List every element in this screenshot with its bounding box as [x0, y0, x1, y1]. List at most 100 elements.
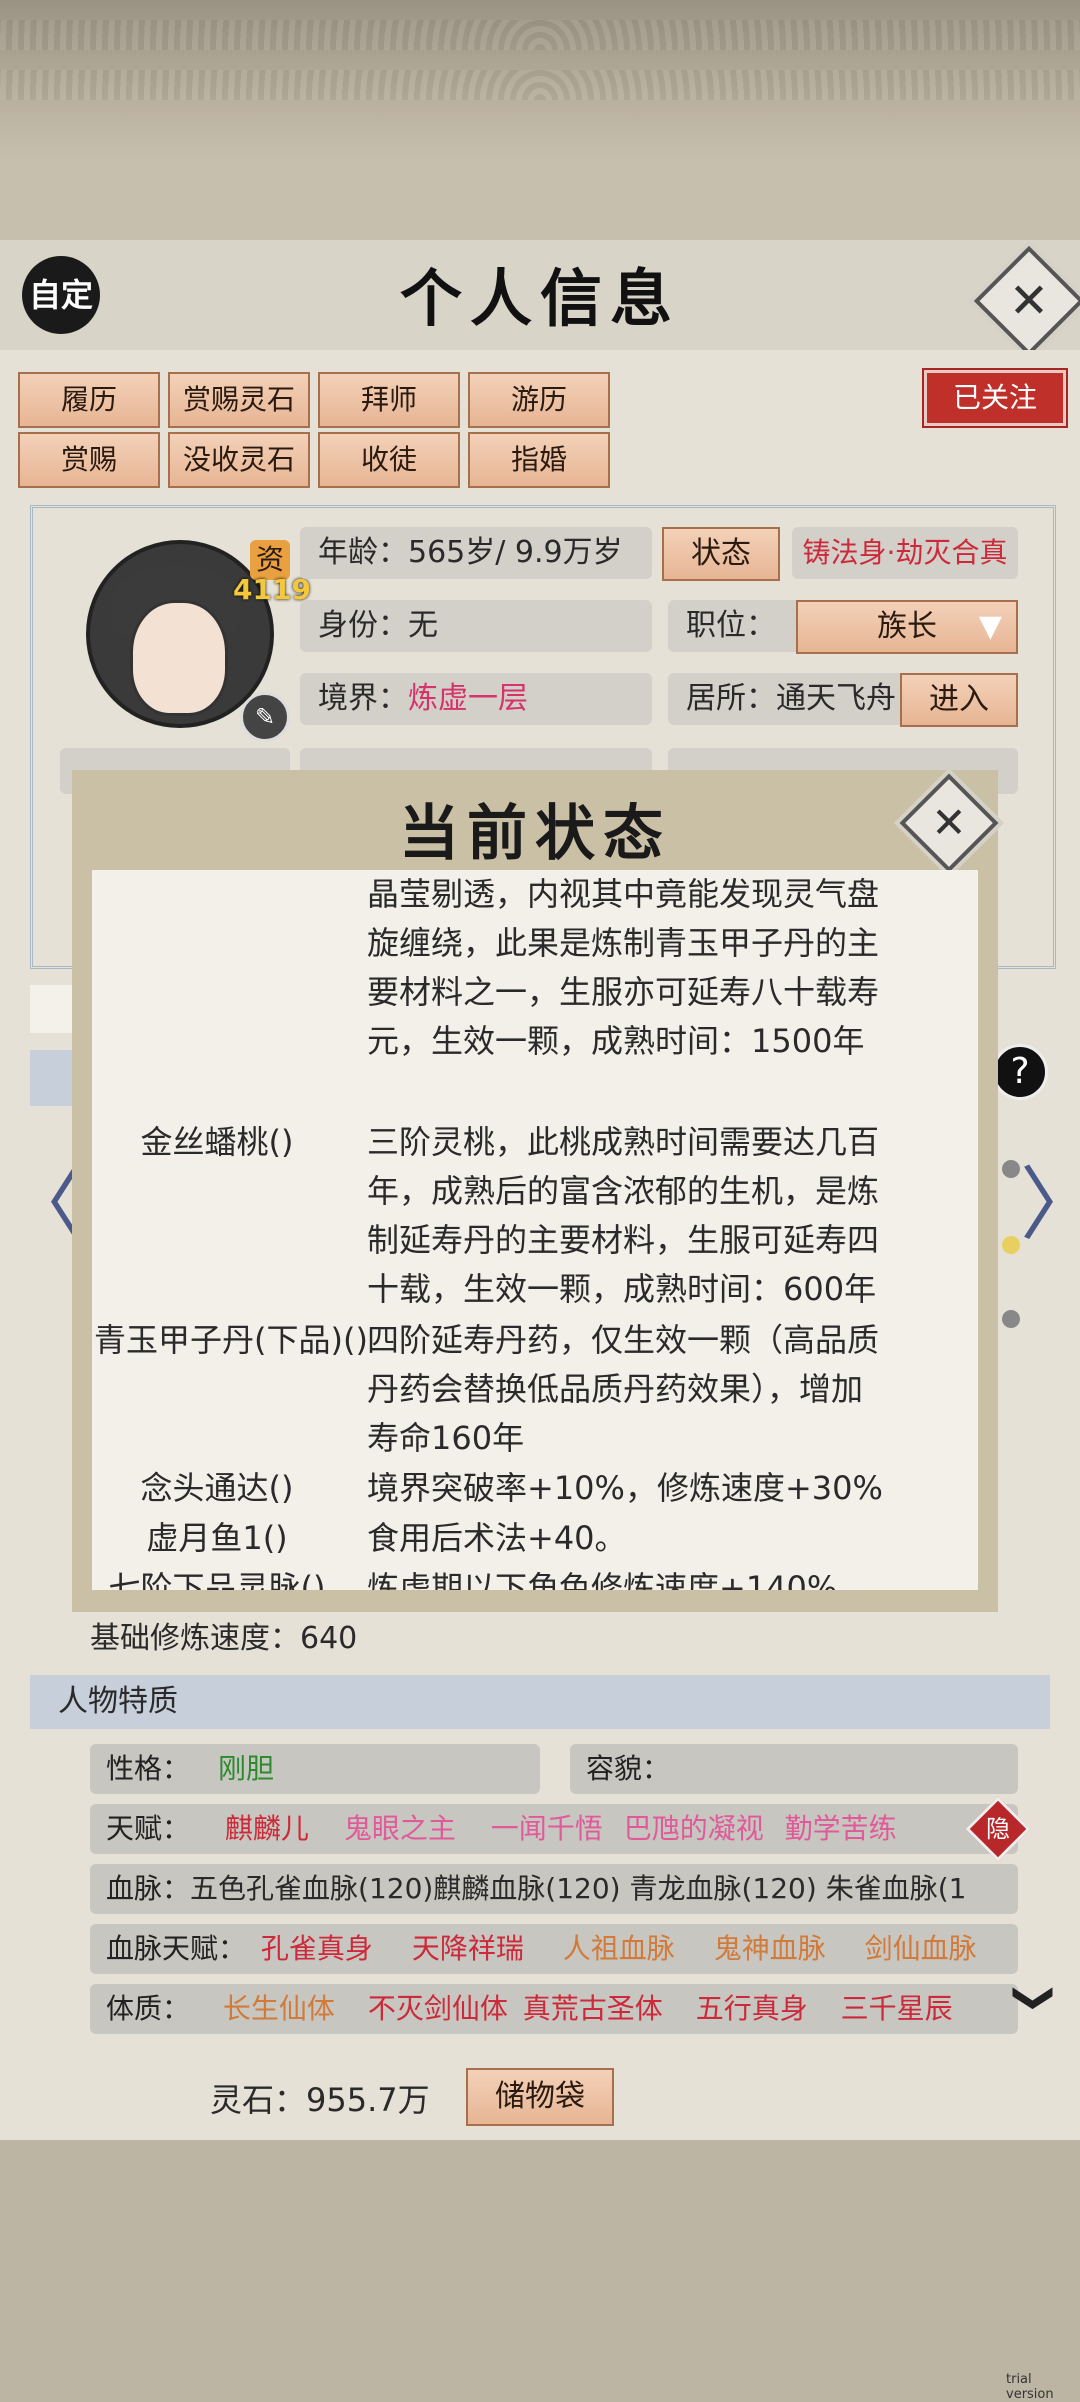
desc-line: 十载，生效一颗，成熟时间：600年 — [367, 1270, 877, 1308]
trial-watermark: trial version — [1006, 2372, 1054, 2402]
desc-line: 要材料之一，生服亦可延寿八十载寿 — [367, 973, 880, 1011]
talent-row: 天赋： 麒麟儿 鬼眼之主 一闻千悟 巴虺的凝视 勤学苦练 — [90, 1804, 1018, 1854]
top-decoration — [0, 0, 1080, 160]
desc-line: 旋缠绕，此果是炼制青玉甲子丹的主 — [367, 924, 880, 962]
tab-reward[interactable]: 赏赐 — [18, 432, 160, 488]
physique-item: 五行真身 — [695, 1992, 808, 2025]
personality-row: 性格： 刚胆 — [90, 1744, 540, 1794]
bloodline-row: 血脉：五色孔雀血脉(120)麒麟血脉(120) 青龙血脉(120) 朱雀血脉(1 — [90, 1864, 1018, 1914]
identity-field: 身份：无 — [300, 600, 652, 652]
identity-label: 身份： — [318, 608, 408, 643]
talent-item: 麒麟儿 — [224, 1812, 309, 1845]
desc-line: 三阶灵桃，此桃成熟时间需要达几百 — [367, 1123, 880, 1161]
tab-reward-stones[interactable]: 赏赐灵石 — [168, 372, 310, 428]
status-name: 七阶下品灵脉() — [108, 1569, 326, 1590]
personality-value: 刚胆 — [218, 1752, 275, 1785]
status-desc: 四阶延寿丹药，仅生效一颗（高品质 丹药会替换低品质丹药效果），增加 寿命160年 — [367, 1316, 937, 1463]
desc-line: 晶莹剔透，内视其中竟能发现灵气盘 — [367, 875, 880, 913]
physique-item: 不灭剑仙体 — [367, 1992, 508, 2025]
enter-button[interactable]: 进入 — [900, 673, 1018, 727]
talent-item: 一闻千悟 — [490, 1812, 603, 1845]
status-desc: 炼虚期以下角色修炼速度+140% — [367, 1569, 838, 1590]
talent-item: 鬼眼之主 — [343, 1812, 456, 1845]
position-value: 族长 — [877, 609, 937, 644]
desc-line: 丹药会替换低品质丹药效果），增加 — [367, 1370, 864, 1408]
bloodline-value: 五色孔雀血脉(120)麒麟血脉(120) 青龙血脉(120) 朱雀血脉(1 — [190, 1872, 967, 1905]
close-icon: ✕ — [931, 798, 967, 847]
desc-line: 四阶延寿丹药，仅生效一颗（高品质 — [367, 1321, 880, 1359]
desc-line: 寿命160年 — [367, 1419, 525, 1457]
modal-title: 当前状态 — [399, 799, 671, 869]
desc-line: 制延寿丹的主要材料，生服可延寿四 — [367, 1221, 880, 1259]
blood-talent-item: 人祖血脉 — [562, 1932, 675, 1965]
indicator-dot — [1002, 1160, 1020, 1178]
aptitude-value: 4119 — [233, 573, 311, 606]
hide-label: 隐 — [986, 1815, 1010, 1843]
physique-label: 体质： — [106, 1992, 191, 2025]
appearance-row: 容貌： — [570, 1744, 1018, 1794]
status-desc: 三阶灵桃，此桃成熟时间需要达几百 年，成熟后的富含浓郁的生机，是炼 制延寿丹的主… — [367, 1118, 937, 1314]
brush-icon[interactable]: ✎ — [240, 692, 290, 742]
personality-label: 性格： — [106, 1752, 191, 1785]
status-name: 青玉甲子丹(下品)() — [94, 1321, 368, 1359]
status-desc: 境界突破率+10%，修炼速度+30% — [367, 1469, 883, 1507]
age-field: 年龄：565岁/ 9.9万岁 — [300, 527, 652, 579]
traits-header-label: 人物特质 — [58, 1684, 178, 1719]
bloodline-label: 血脉： — [106, 1872, 191, 1905]
spirit-stones: 灵石：955.7万 — [210, 2081, 430, 2119]
traits-header: 人物特质 — [30, 1675, 1050, 1729]
realm-label: 境界： — [318, 681, 408, 716]
page-title: 个人信息 — [399, 262, 680, 335]
position-label: 职位： — [686, 608, 776, 643]
avatar-face — [130, 600, 228, 716]
talent-item: 巴虺的凝视 — [623, 1812, 764, 1845]
tab-take-master[interactable]: 拜师 — [318, 372, 460, 428]
blood-talent-row: 血脉天赋： 孔雀真身 天降祥瑞 人祖血脉 鬼神血脉 剑仙血脉 — [90, 1924, 1018, 1974]
close-icon: ✕ — [1008, 273, 1050, 329]
age-value: 565岁/ 9.9万岁 — [408, 535, 623, 570]
storage-bag-button[interactable]: 储物袋 — [466, 2068, 614, 2126]
status-desc: 食用后术法+40。 — [367, 1519, 627, 1557]
status-desc: 晶莹剔透，内视其中竟能发现灵气盘 旋缠绕，此果是炼制青玉甲子丹的主 要材料之一，… — [367, 870, 937, 1066]
right-arrow-icon[interactable]: 〉 — [1020, 1140, 1080, 1256]
follow-button[interactable]: 已关注 — [924, 370, 1066, 426]
help-icon[interactable]: ? — [992, 1044, 1048, 1100]
indicator-dot — [1002, 1236, 1020, 1254]
talent-label: 天赋： — [106, 1812, 191, 1845]
tab-history[interactable]: 履历 — [18, 372, 160, 428]
wave-pattern — [0, 20, 1080, 50]
status-list[interactable]: 晶莹剔透，内视其中竟能发现灵气盘 旋缠绕，此果是炼制青玉甲子丹的主 要材料之一，… — [92, 870, 978, 1590]
blood-talent-label: 血脉天赋： — [106, 1932, 247, 1965]
status-button[interactable]: 状态 — [662, 527, 780, 581]
chevron-down-icon[interactable]: ❯ — [1012, 1981, 1058, 2015]
status-name: 金丝蟠桃() — [140, 1123, 294, 1161]
physique-item: 真荒古圣体 — [522, 1992, 663, 2025]
realm-field: 境界：炼虚一层 — [300, 673, 652, 725]
desc-line: 元，生效一颗，成熟时间：1500年 — [367, 1022, 865, 1060]
position-dropdown[interactable]: 族长 ▼ — [796, 600, 1018, 654]
blood-talent-item: 剑仙血脉 — [864, 1932, 977, 1965]
blood-talent-item: 孔雀真身 — [260, 1932, 373, 1965]
header-spacer — [0, 160, 1080, 240]
blood-talent-item: 鬼神血脉 — [713, 1932, 826, 1965]
identity-value: 无 — [408, 608, 438, 643]
tab-confiscate-stones[interactable]: 没收灵石 — [168, 432, 310, 488]
blood-talent-item: 天降祥瑞 — [411, 1932, 524, 1965]
bottom-area — [0, 2140, 1080, 2388]
dropdown-arrow-icon: ▼ — [978, 609, 1002, 644]
tab-arrange-marriage[interactable]: 指婚 — [468, 432, 610, 488]
status-name: 念头通达() — [140, 1469, 294, 1507]
status-name: 虚月鱼1() — [146, 1519, 288, 1557]
physique-row: 体质： 长生仙体 不灭剑仙体 真荒古圣体 五行真身 三千星辰 — [90, 1984, 1018, 2034]
title-tag: 铸法身·劫灭合真 — [792, 527, 1018, 579]
tab-travel[interactable]: 游历 — [468, 372, 610, 428]
hidden-section-header — [30, 1050, 72, 1106]
residence-label: 居所： — [686, 681, 776, 716]
indicator-dot — [1002, 1310, 1020, 1328]
age-label: 年龄： — [318, 535, 408, 570]
talent-item: 勤学苦练 — [784, 1812, 897, 1845]
tab-take-disciple[interactable]: 收徒 — [318, 432, 460, 488]
physique-item: 三千星辰 — [840, 1992, 953, 2025]
desc-line: 年，成熟后的富含浓郁的生机，是炼 — [367, 1172, 880, 1210]
wave-pattern — [0, 70, 1080, 100]
